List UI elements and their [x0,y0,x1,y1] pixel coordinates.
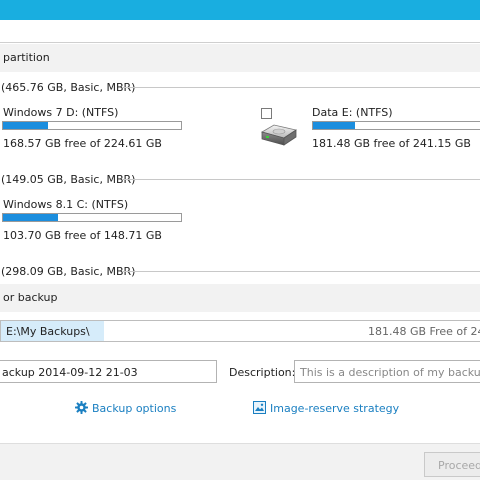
destination-free-text: 181.48 GB Free of 241 [368,325,480,338]
gear-icon[interactable] [75,401,88,414]
partition-windows81-name: Windows 8.1 C: (NTFS) [3,198,129,211]
disk-3-divider [123,271,480,272]
source-section-header: partition [0,44,480,72]
usage-fill [3,214,59,221]
disk-3-label: (298.09 GB, Basic, MBR) [1,265,136,278]
usage-fill [3,122,48,129]
backup-name-input[interactable]: ackup 2014-09-12 21-03 [0,360,217,383]
disk-1-label: (465.76 GB, Basic, MBR) [1,81,136,94]
partition-data-e-checkbox[interactable] [261,108,272,119]
partition-windows81-free-text: 103.70 GB free of 148.71 GB [3,229,162,242]
footer-bar [0,443,480,480]
usage-fill [313,122,355,129]
partition-windows7-usage-bar [2,121,182,130]
partition-windows7-name: Windows 7 D: (NTFS) [3,106,119,119]
proceed-button[interactable]: Proceed [424,452,480,477]
image-reserve-strategy-link[interactable]: Image-reserve strategy [270,402,399,415]
partition-data-e-free-text: 181.48 GB free of 241.15 GB [312,137,471,150]
description-placeholder: This is a description of my backup plan [300,366,480,379]
title-bar [0,0,480,20]
destination-path[interactable]: E:\My Backups\ [6,325,90,338]
description-label: Description: [229,366,296,379]
description-input[interactable]: This is a description of my backup plan [294,360,480,383]
disk-2-label: (149.05 GB, Basic, MBR) [1,173,136,186]
header-divider [0,42,480,43]
destination-section-header: or backup [0,284,480,312]
disk-1-divider [123,87,480,88]
partition-windows81-usage-bar [2,213,182,222]
hard-drive-icon [258,122,298,148]
image-icon[interactable] [253,401,266,414]
proceed-button-label: Proceed [438,459,480,472]
source-section-title: partition [3,51,50,64]
partition-windows7-free-text: 168.57 GB free of 224.61 GB [3,137,162,150]
partition-data-e-usage-bar [312,121,480,130]
partition-data-e-name: Data E: (NTFS) [312,106,393,119]
destination-section-title: or backup [3,291,58,304]
disk-2-divider [123,179,480,180]
backup-options-link[interactable]: Backup options [92,402,176,415]
backup-name-value: ackup 2014-09-12 21-03 [2,366,138,379]
